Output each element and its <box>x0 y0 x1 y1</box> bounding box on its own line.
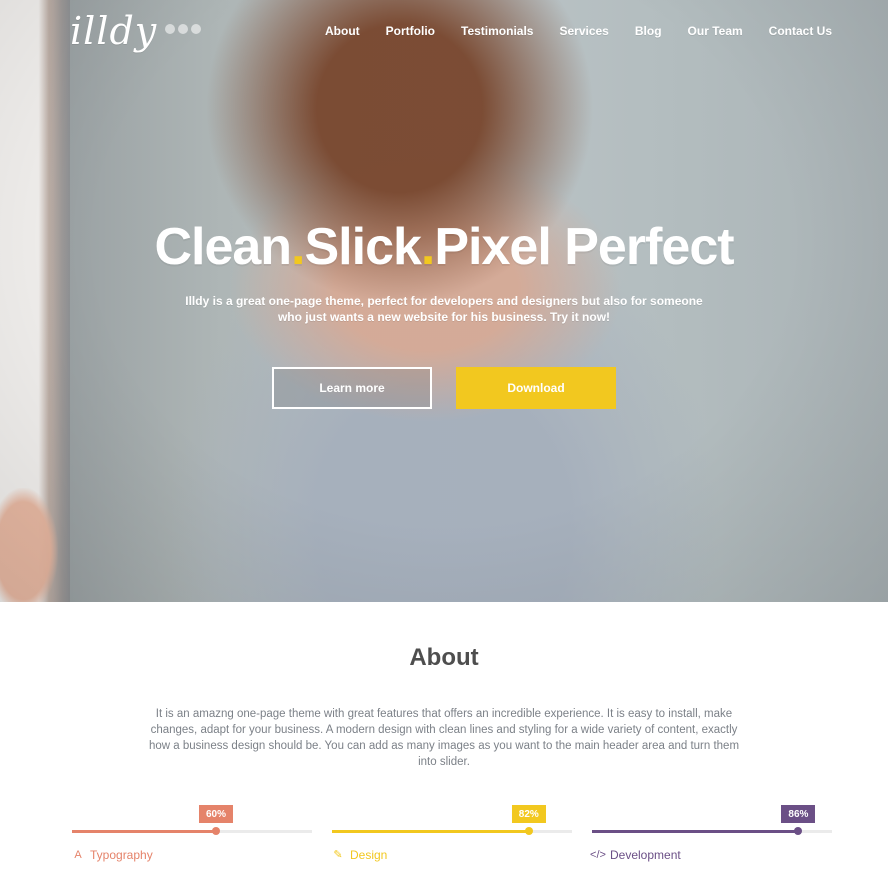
about-section: About It is an amazng one-page theme wit… <box>0 602 888 892</box>
hero-section: illdy About Portfolio Testimonials Servi… <box>0 0 888 602</box>
about-description: It is an amazng one-page theme with grea… <box>148 708 740 768</box>
skill-progress-track <box>592 827 832 835</box>
learn-more-button[interactable]: Learn more <box>272 366 432 409</box>
skill-label-row: A Typography <box>72 848 153 862</box>
logo-dot <box>165 24 176 34</box>
headline-dot-2: . <box>420 218 435 276</box>
about-title: About <box>409 644 479 671</box>
download-button[interactable]: Download <box>456 366 616 409</box>
skill-typography: 60% A Typography <box>72 796 312 876</box>
nav-blog-link[interactable]: Blog <box>635 24 662 38</box>
skill-progress-track <box>72 827 312 835</box>
skill-progress-knob <box>794 827 803 835</box>
nav-portfolio-link[interactable]: Portfolio <box>386 24 435 38</box>
headline-dot-1: . <box>291 218 305 276</box>
site-logo[interactable]: illdy <box>70 0 202 62</box>
hero-content: Clean.Slick.Pixel Perfect Illdy is a gre… <box>0 220 888 409</box>
skill-progress-fill <box>592 830 799 833</box>
headline-word-clean: Clean <box>154 218 292 276</box>
nav-about-link[interactable]: About <box>325 24 360 38</box>
skills-row: 60% A Typography 82% ✎ Design 86% </> De… <box>72 796 832 876</box>
skill-label-row: </> Development <box>590 848 681 862</box>
hero-headline: Clean.Slick.Pixel Perfect <box>0 220 888 275</box>
nav-testimonials-link[interactable]: Testimonials <box>461 24 533 38</box>
logo-dot <box>178 24 189 34</box>
skill-development: 86% </> Development <box>590 796 832 876</box>
skill-percent-badge: 60% <box>198 805 234 823</box>
skill-progress-fill <box>332 830 529 833</box>
logo-dot <box>191 24 202 34</box>
skill-design: 82% ✎ Design <box>332 796 572 876</box>
nav-services-link[interactable]: Services <box>559 24 608 38</box>
skill-percent-badge: 86% <box>781 805 816 823</box>
nav-contact-us-link[interactable]: Contact Us <box>769 24 832 38</box>
headline-word-pixel-perfect: Pixel Perfect <box>434 218 734 276</box>
skill-label: Development <box>610 848 681 862</box>
skill-label-row: ✎ Design <box>332 848 387 862</box>
skill-label: Design <box>350 848 388 862</box>
skill-progress-knob <box>212 827 220 835</box>
typography-icon: A <box>74 848 82 861</box>
pencil-icon: ✎ <box>333 848 343 861</box>
skill-percent-badge: 82% <box>511 805 546 823</box>
skill-progress-track <box>332 827 572 835</box>
headline-word-slick: Slick <box>304 218 422 276</box>
top-navigation: About Portfolio Testimonials Services Bl… <box>325 24 832 38</box>
skill-progress-fill <box>72 830 216 833</box>
hero-cta-row: Learn more Download <box>0 366 888 409</box>
nav-our-team-link[interactable]: Our Team <box>688 24 743 38</box>
logo-text: illdy <box>70 9 158 53</box>
skill-label: Typography <box>90 848 153 862</box>
code-icon: </> <box>590 848 606 861</box>
logo-dots <box>165 24 202 34</box>
skill-progress-knob <box>524 827 533 835</box>
hand-image-detail <box>0 488 58 602</box>
hero-subtitle: Illdy is a great one-page theme, perfect… <box>185 293 703 324</box>
